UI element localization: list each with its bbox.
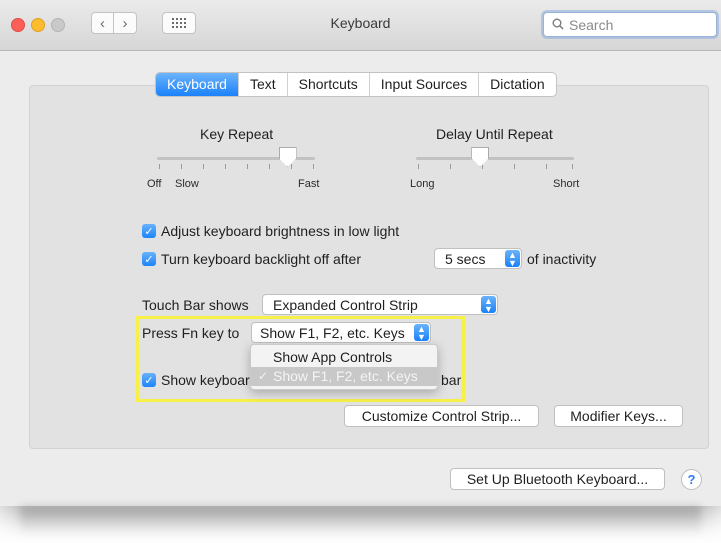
- delay-short-label: Short: [553, 178, 580, 190]
- key-repeat-fast-label: Fast: [298, 178, 320, 190]
- help-icon: ?: [687, 472, 696, 487]
- touch-bar-label: Touch Bar shows: [142, 297, 249, 313]
- preferences-window: ‹ › Keyboard Search Keyboard Text Shortc…: [0, 0, 721, 506]
- tab-bar: Keyboard Text Shortcuts Input Sources Di…: [155, 72, 557, 97]
- backlight-timeout-popup[interactable]: 5 secs ▲ ▼: [434, 248, 522, 269]
- tab-shortcuts[interactable]: Shortcuts: [286, 73, 369, 96]
- menu-item-show-app-controls[interactable]: Show App Controls: [251, 348, 437, 367]
- stepper-arrows-icon: ▲ ▼: [505, 250, 520, 267]
- key-repeat-off-label: Off: [147, 178, 162, 190]
- modifier-keys-button[interactable]: Modifier Keys...: [554, 405, 683, 427]
- backlight-timeout-value: 5 secs: [445, 250, 486, 267]
- menu-item-label: Show F1, F2, etc. Keys: [273, 368, 418, 384]
- tab-dictation[interactable]: Dictation: [478, 73, 555, 96]
- checkmark-icon: ✓: [144, 225, 154, 238]
- customize-control-strip-button[interactable]: Customize Control Strip...: [344, 405, 539, 427]
- title-bar: ‹ › Keyboard Search: [0, 0, 721, 51]
- backlight-checkbox-row[interactable]: ✓ Turn keyboard backlight off after: [142, 251, 361, 267]
- menu-item-show-fn-keys[interactable]: ✓ Show F1, F2, etc. Keys: [251, 367, 437, 386]
- touch-bar-value: Expanded Control Strip: [273, 296, 418, 313]
- menu-item-label: Show App Controls: [273, 349, 393, 365]
- search-placeholder: Search: [569, 16, 614, 33]
- inactivity-label: of inactivity: [527, 251, 597, 267]
- brightness-checkbox[interactable]: ✓: [142, 224, 156, 238]
- tab-keyboard[interactable]: Keyboard: [156, 73, 238, 96]
- key-repeat-title: Key Repeat: [200, 126, 274, 142]
- search-field[interactable]: Search: [543, 12, 717, 37]
- stepper-arrows-icon: ▲ ▼: [481, 296, 496, 313]
- backlight-checkbox[interactable]: ✓: [142, 252, 156, 266]
- delay-until-repeat-title: Delay Until Repeat: [436, 126, 553, 142]
- help-button[interactable]: ?: [681, 469, 702, 490]
- key-repeat-slow-label: Slow: [175, 178, 199, 190]
- bluetooth-keyboard-button[interactable]: Set Up Bluetooth Keyboard...: [450, 468, 665, 490]
- tab-input-sources[interactable]: Input Sources: [368, 73, 478, 96]
- window-shadow: [20, 506, 701, 536]
- touch-bar-popup[interactable]: Expanded Control Strip ▲ ▼: [262, 294, 498, 315]
- search-icon: [552, 17, 564, 33]
- checkmark-icon: ✓: [258, 369, 269, 383]
- delay-long-label: Long: [410, 178, 435, 190]
- fn-key-dropdown-menu: Show App Controls ✓ Show F1, F2, etc. Ke…: [250, 344, 438, 390]
- brightness-checkbox-row[interactable]: ✓ Adjust keyboard brightness in low ligh…: [142, 223, 399, 239]
- delay-until-repeat-slider[interactable]: [416, 157, 574, 160]
- tab-text[interactable]: Text: [237, 73, 287, 96]
- backlight-label: Turn keyboard backlight off after: [161, 251, 361, 267]
- brightness-label: Adjust keyboard brightness in low light: [161, 223, 400, 239]
- checkmark-icon: ✓: [144, 253, 154, 266]
